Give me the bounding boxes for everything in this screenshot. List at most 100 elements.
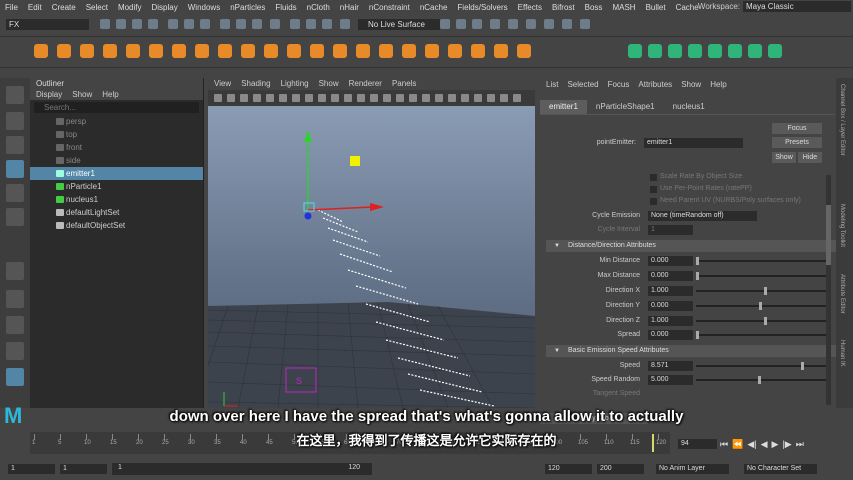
viewport-toolbar-icon[interactable] [487, 94, 495, 102]
start-time-field[interactable]: 1 [8, 464, 55, 474]
menu-nparticles[interactable]: nParticles [225, 3, 270, 12]
status-tool-icon[interactable] [580, 19, 590, 29]
outliner-layout-icon[interactable] [6, 368, 24, 386]
ae-menu-show[interactable]: Show [681, 78, 701, 92]
per-point-rate-checkbox[interactable] [650, 186, 657, 193]
shelf-tool-icon[interactable] [402, 44, 416, 58]
shelf-tool-icon[interactable] [688, 44, 702, 58]
outliner-menu-display[interactable]: Display [36, 89, 62, 100]
menu-ncache[interactable]: nCache [415, 3, 453, 12]
shelf-tool-icon[interactable] [728, 44, 742, 58]
menu-fluids[interactable]: Fluids [270, 3, 301, 12]
single-view-icon[interactable] [6, 290, 24, 308]
anim-layer-dropdown[interactable]: No Anim Layer [656, 464, 729, 474]
shelf-tool-icon[interactable] [80, 44, 94, 58]
shelf-tool-icon[interactable] [241, 44, 255, 58]
direction-x-field[interactable]: 1.000 [648, 286, 693, 296]
playback-start-field[interactable]: 1 [60, 464, 107, 474]
status-tool-icon[interactable] [252, 19, 262, 29]
shelf-tool-icon[interactable] [172, 44, 186, 58]
status-tool-icon[interactable] [116, 19, 126, 29]
viewport-menu-shading[interactable]: Shading [241, 78, 270, 90]
shelf-tool-icon[interactable] [287, 44, 301, 58]
scale-tool-icon[interactable] [6, 208, 24, 226]
shelf-tool-icon[interactable] [471, 44, 485, 58]
viewport-toolbar-icon[interactable] [305, 94, 313, 102]
cycle-emission-dropdown[interactable]: None (timeRandom off) [648, 211, 757, 221]
shelf-tool-icon[interactable] [264, 44, 278, 58]
shelf-tool-icon[interactable] [425, 44, 439, 58]
viewport-toolbar-icon[interactable] [500, 94, 508, 102]
viewport-toolbar-icon[interactable] [370, 94, 378, 102]
side-tab-modeling-toolkit[interactable]: Modeling Toolkit [839, 204, 845, 247]
status-tool-icon[interactable] [132, 19, 142, 29]
viewport-toolbar-icon[interactable] [279, 94, 287, 102]
workspace-selector[interactable]: Workspace: Maya Classic [698, 1, 851, 12]
shelf-tool-icon[interactable] [628, 44, 642, 58]
outliner-item[interactable]: front [30, 141, 203, 154]
status-tool-icon[interactable] [200, 19, 210, 29]
need-parent-uv-checkbox[interactable] [650, 198, 657, 205]
shelf-tool-icon[interactable] [356, 44, 370, 58]
playback-end-field[interactable]: 120 [545, 464, 592, 474]
ae-scrollbar-thumb[interactable] [826, 205, 831, 265]
select-tool-icon[interactable] [6, 86, 24, 104]
menu-fields-solvers[interactable]: Fields/Solvers [452, 3, 512, 12]
viewport-toolbar-icon[interactable] [240, 94, 248, 102]
min-distance-slider[interactable] [696, 257, 826, 265]
status-tool-icon[interactable] [340, 19, 350, 29]
live-surface-field[interactable]: No Live Surface [358, 19, 440, 30]
status-tool-icon[interactable] [440, 19, 450, 29]
shelf-tool-icon[interactable] [748, 44, 762, 58]
max-distance-field[interactable]: 0.000 [648, 271, 693, 281]
shelf-tool-icon[interactable] [494, 44, 508, 58]
cycle-interval-field[interactable]: 1 [648, 225, 693, 235]
shelf-tool-icon[interactable] [57, 44, 71, 58]
two-view-icon[interactable] [6, 342, 24, 360]
menu-select[interactable]: Select [81, 3, 113, 12]
min-distance-field[interactable]: 0.000 [648, 256, 693, 266]
viewport-menu-panels[interactable]: Panels [392, 78, 416, 90]
viewport-toolbar-icon[interactable] [422, 94, 430, 102]
presets-button[interactable]: Presets [772, 137, 822, 148]
shelf-tool-icon[interactable] [448, 44, 462, 58]
shelf-tool-icon[interactable] [379, 44, 393, 58]
move-manipulator[interactable] [303, 130, 384, 220]
viewport-menu-show[interactable]: Show [319, 78, 339, 90]
shelf-tool-icon[interactable] [34, 44, 48, 58]
viewport-menu-lighting[interactable]: Lighting [281, 78, 309, 90]
max-distance-slider[interactable] [696, 272, 826, 280]
menu-bifrost[interactable]: Bifrost [547, 3, 580, 12]
outliner-item[interactable]: top [30, 128, 203, 141]
menu-create[interactable]: Create [47, 3, 81, 12]
ae-scrollbar[interactable] [826, 175, 831, 405]
viewport-toolbar-icon[interactable] [253, 94, 261, 102]
lasso-tool-icon[interactable] [6, 112, 24, 130]
direction-z-slider[interactable] [696, 317, 826, 325]
shelf-tool-icon[interactable] [149, 44, 163, 58]
section-basic-emission-speed[interactable]: Basic Emission Speed Attributes [546, 345, 848, 357]
ae-menu-selected[interactable]: Selected [567, 78, 598, 92]
viewport-toolbar-icon[interactable] [357, 94, 365, 102]
shelf-tool-icon[interactable] [708, 44, 722, 58]
menu-nhair[interactable]: nHair [335, 3, 364, 12]
viewport-toolbar-icon[interactable] [448, 94, 456, 102]
rotate-tool-icon[interactable] [6, 184, 24, 202]
shelf-tool-icon[interactable] [310, 44, 324, 58]
viewport-menu-renderer[interactable]: Renderer [349, 78, 382, 90]
side-tab-attribute-editor[interactable]: Attribute Editor [839, 274, 845, 314]
menu-boss[interactable]: Boss [580, 3, 608, 12]
outliner-item[interactable]: emitter1 [30, 167, 203, 180]
menu-nconstraint[interactable]: nConstraint [364, 3, 415, 12]
shelf-tool-icon[interactable] [668, 44, 682, 58]
shelf-tool-icon[interactable] [333, 44, 347, 58]
viewport-toolbar-icon[interactable] [292, 94, 300, 102]
outliner-item[interactable]: nParticle1 [30, 180, 203, 193]
status-tool-icon[interactable] [526, 19, 536, 29]
node-name-field[interactable]: emitter1 [644, 138, 743, 148]
direction-z-field[interactable]: 1.000 [648, 316, 693, 326]
status-tool-icon[interactable] [148, 19, 158, 29]
viewport-toolbar-icon[interactable] [227, 94, 235, 102]
menu-mash[interactable]: MASH [607, 3, 640, 12]
menu-file[interactable]: File [0, 3, 23, 12]
